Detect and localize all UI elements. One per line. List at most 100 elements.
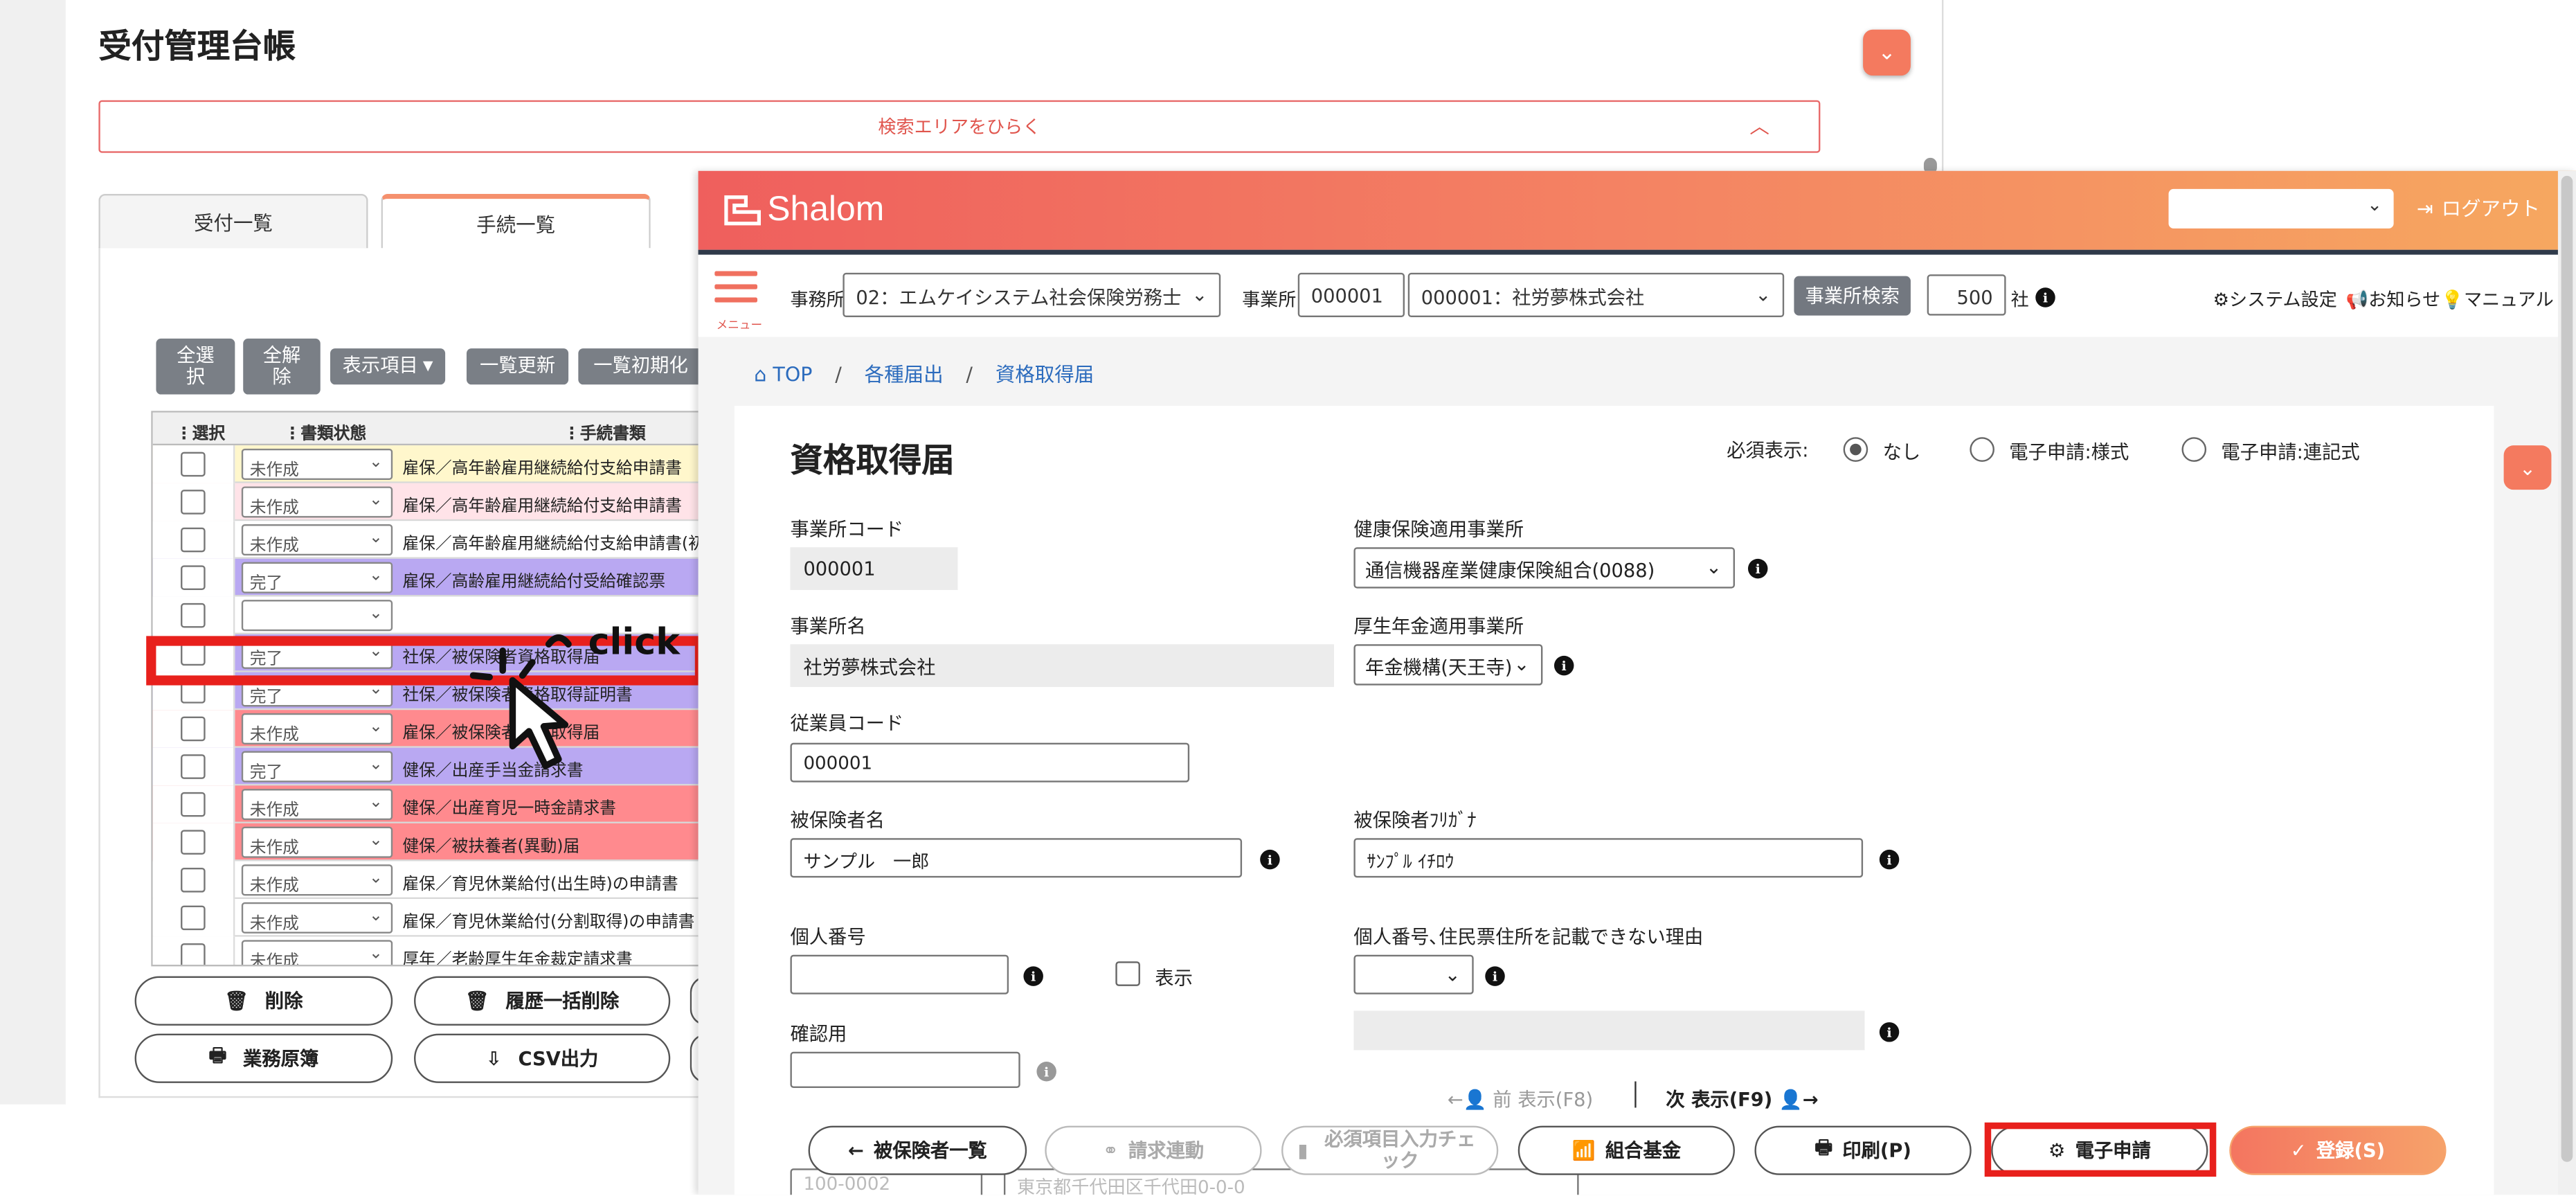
status-select[interactable]: 未作成 ⌄	[241, 826, 393, 858]
click-burst-line	[519, 659, 536, 679]
status-select[interactable]: 未作成 ⌄	[241, 448, 393, 480]
deselect-all-button[interactable]: 全解除	[243, 338, 321, 395]
row-checkbox[interactable]	[181, 943, 206, 965]
scrollbar-thumb[interactable]	[2561, 175, 2573, 1162]
table-row[interactable]: 未作成 ⌄ 雇保／高年齢雇用継続給付支給申請書(初	[152, 521, 708, 559]
logout-link[interactable]: ⇥ ログアウト	[2417, 194, 2540, 222]
table-row[interactable]: 未作成 ⌄ 雇保／育児休業給付(出生時)の申請書	[152, 861, 708, 900]
union-fund-button[interactable]: 📶 組合基金	[1517, 1125, 1735, 1175]
ledger-button[interactable]: 🖶 業務原簿	[134, 1033, 393, 1083]
next-button[interactable]: 次 表示(F9) 👤→	[1666, 1087, 1818, 1113]
site-code-input[interactable]: 000001	[1297, 272, 1405, 318]
info-icon[interactable]: i	[1485, 966, 1505, 986]
table-row[interactable]: 未作成 ⌄ 雇保／高年齢雇用継続給付支給申請書	[152, 445, 708, 483]
radio-none[interactable]	[1843, 437, 1868, 462]
manual-link[interactable]: 💡マニュアル	[2441, 286, 2553, 312]
tab-reception-list[interactable]: 受付一覧	[98, 194, 368, 249]
info-icon[interactable]: i	[1879, 1022, 1900, 1042]
row-checkbox[interactable]	[181, 452, 206, 477]
insured-kana-input[interactable]: ｻﾝﾌﾟﾙ ｲﾁﾛｳ	[1353, 838, 1864, 878]
health-insurance-select[interactable]: 通信機器産業健康保険組合(0088) ⌄	[1353, 547, 1735, 589]
info-icon[interactable]: i	[1553, 655, 1574, 676]
csv-export-button[interactable]: ⇩ CSV出力	[414, 1033, 671, 1083]
notice-link[interactable]: 📢お知らせ	[2346, 286, 2440, 312]
breadcrumb-notifications[interactable]: 各種届出	[865, 363, 944, 386]
row-checkbox[interactable]	[181, 792, 206, 817]
prev-button[interactable]: ←👤 前 表示(F8)	[1448, 1087, 1593, 1113]
table-row[interactable]: 未作成 ⌄ 健保／被扶養者(異動)届	[152, 823, 708, 862]
status-select[interactable]: 未作成 ⌄	[241, 486, 393, 518]
count-unit: 社	[2010, 289, 2029, 311]
logout-label: ログアウト	[2441, 197, 2540, 220]
status-select[interactable]: 完了 ⌄	[241, 562, 393, 593]
radio-e-form[interactable]	[1970, 437, 1994, 462]
status-select[interactable]: 未作成 ⌄	[241, 524, 393, 556]
collapse-button[interactable]: ⌄	[1863, 29, 1911, 76]
status-select[interactable]: ⌄	[241, 600, 393, 632]
scrollbar[interactable]	[2557, 170, 2576, 1195]
row-checkbox[interactable]	[181, 527, 206, 553]
row-checkbox[interactable]	[181, 490, 206, 515]
billing-link-button[interactable]: ⚭ 請求連動	[1045, 1125, 1262, 1175]
register-button[interactable]: ✓ 登録(S)	[2229, 1125, 2447, 1175]
info-icon[interactable]: i	[1260, 849, 1280, 870]
confirm-input[interactable]	[790, 1051, 1020, 1088]
status-select[interactable]: 完了 ⌄	[241, 751, 393, 783]
show-number-checkbox[interactable]	[1115, 961, 1140, 986]
bulk-delete-button[interactable]: 🗑 履歴一括削除	[414, 976, 671, 1026]
info-icon[interactable]: i	[1747, 558, 1768, 579]
my-number-input[interactable]	[790, 954, 1009, 994]
info-icon[interactable]: i	[2035, 287, 2055, 307]
delete-button[interactable]: 🗑 削除	[134, 976, 393, 1026]
header-select[interactable]: ⌄	[2168, 188, 2394, 229]
row-checkbox[interactable]	[181, 603, 206, 628]
table-row[interactable]: 未作成 ⌄ 健保／出産育児一時金請求書	[152, 785, 708, 823]
row-checkbox[interactable]	[181, 867, 206, 893]
row-checkbox[interactable]	[181, 754, 206, 779]
status-select[interactable]: 未作成 ⌄	[241, 902, 393, 934]
table-row[interactable]: 完了 ⌄ 雇保／高齢雇用継続給付受給確認票	[152, 558, 708, 597]
info-icon[interactable]: i	[1036, 1062, 1056, 1082]
select-all-button[interactable]: 全選択	[156, 338, 235, 395]
info-icon[interactable]: i	[1023, 966, 1043, 986]
row-checkbox[interactable]	[181, 905, 206, 931]
breadcrumb-top[interactable]: TOP	[773, 363, 812, 386]
required-check-button[interactable]: ▮ 必須項目入力チェック	[1281, 1125, 1499, 1175]
system-settings-link[interactable]: ⚙システム設定	[2213, 286, 2337, 312]
print-label: 印刷(P)	[1842, 1139, 1911, 1162]
status-select[interactable]: 未作成 ⌄	[241, 940, 393, 965]
table-row[interactable]: 未作成 ⌄ 雇保／育児休業給付(分割取得)の申請書	[152, 899, 708, 937]
site-select[interactable]: 000001：社労夢株式会社 ⌄	[1407, 272, 1785, 318]
info-icon[interactable]: i	[1879, 849, 1900, 870]
pension-select[interactable]: 年金機構(天王寺) ⌄	[1353, 644, 1543, 686]
row-checkbox[interactable]	[181, 565, 206, 590]
collapse-button[interactable]: ⌄	[2503, 445, 2552, 490]
office-select[interactable]: 02：エムケイシステム社会保険労務士 ⌄	[843, 272, 1221, 318]
row-checkbox[interactable]	[181, 830, 206, 855]
reason-select[interactable]: ⌄	[1353, 954, 1474, 994]
site-search-button[interactable]: 事業所検索	[1794, 276, 1911, 316]
chevron-down-icon: ⌄	[369, 529, 383, 548]
tab-procedure-list[interactable]: 手続一覧	[381, 194, 651, 249]
table-row[interactable]: 未作成 ⌄ 厚年／老齢厚生年金裁定請求書	[152, 936, 708, 965]
insured-list-button[interactable]: ← 被保険者一覧	[808, 1125, 1027, 1175]
table-row[interactable]: 未作成 ⌄ 雇保／高年齢雇用継続給付支給申請書	[152, 483, 708, 521]
status-select[interactable]: 未作成 ⌄	[241, 864, 393, 896]
display-items-button[interactable]: 表示項目 ▼	[330, 348, 446, 385]
procedure-name: 健保／被扶養者(異動)届	[402, 838, 580, 857]
row-checkbox[interactable]	[181, 716, 206, 742]
chevron-down-icon: ⌄	[1513, 652, 1530, 676]
employee-code-input[interactable]: 000001	[790, 742, 1190, 783]
search-area-toggle[interactable]: 検索エリアをひらく ︿	[98, 100, 1821, 153]
menu-icon[interactable]	[714, 271, 757, 321]
insured-name-input[interactable]: サンプル 一郎	[790, 838, 1243, 878]
refresh-list-button[interactable]: 一覧更新	[466, 348, 569, 385]
print-button[interactable]: 🖶 印刷(P)	[1754, 1125, 1972, 1175]
status-select[interactable]: 未作成 ⌄	[241, 713, 393, 745]
shalom-logo[interactable]: Shalom	[723, 190, 884, 230]
count-input[interactable]: 500	[1927, 274, 2006, 316]
status-select[interactable]: 未作成 ⌄	[241, 789, 393, 821]
reset-list-button[interactable]: 一覧初期化	[578, 348, 703, 385]
click-annotation: click	[469, 621, 681, 769]
radio-e-serial[interactable]	[2181, 437, 2207, 462]
